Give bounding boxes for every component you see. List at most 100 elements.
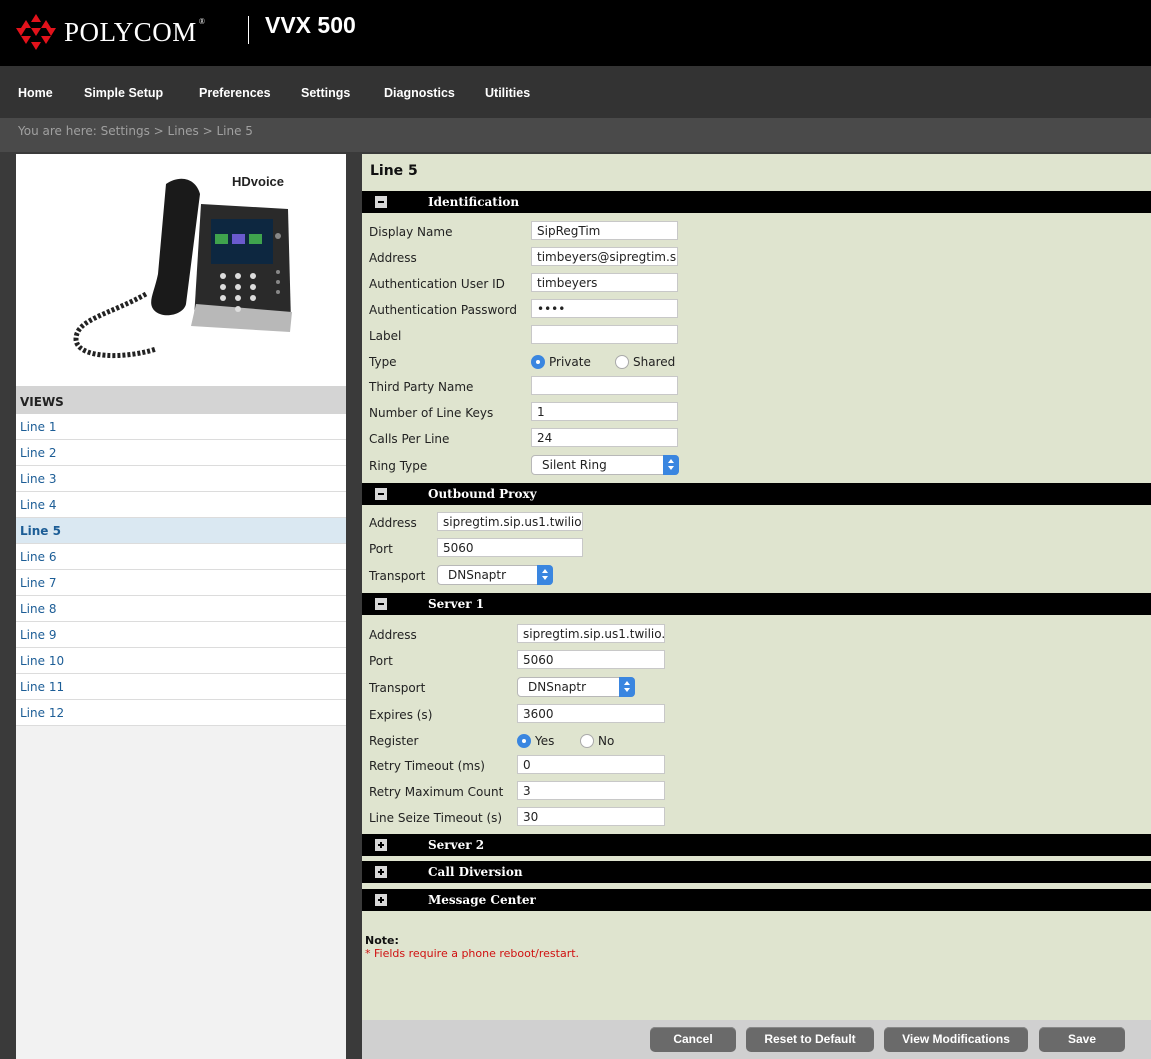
- section-title: Server 1: [428, 597, 485, 611]
- label-field[interactable]: [531, 325, 678, 344]
- save-button[interactable]: Save: [1039, 1027, 1125, 1052]
- register-yes-radio[interactable]: [517, 734, 531, 748]
- cancel-button[interactable]: Cancel: [650, 1027, 736, 1052]
- proxy-transport-select[interactable]: DNSnaptr: [437, 565, 553, 585]
- server-address-label: Address: [369, 628, 417, 642]
- display-name-label: Display Name: [369, 225, 453, 239]
- sidebar-item-line-10[interactable]: Line 10: [16, 648, 346, 674]
- section-server-1[interactable]: Server 1: [362, 593, 1151, 615]
- views-header: VIEWS: [16, 386, 346, 414]
- retry-timeout-field[interactable]: 0: [517, 755, 665, 774]
- sidebar: HDvoice VIEWS Line 1 Line 2 Line 3 Line …: [16, 154, 346, 1059]
- sidebar-item-line-11[interactable]: Line 11: [16, 674, 346, 700]
- select-arrow-icon: [663, 455, 679, 475]
- proxy-address-field[interactable]: sipregtim.sip.us1.twilio.com: [437, 512, 583, 531]
- sidebar-item-line-4[interactable]: Line 4: [16, 492, 346, 518]
- server-transport-label: Transport: [369, 681, 426, 695]
- proxy-address-label: Address: [369, 516, 417, 530]
- line-keys-label: Number of Line Keys: [369, 406, 494, 420]
- ring-type-value: Silent Ring: [542, 458, 607, 472]
- calls-per-line-label: Calls Per Line: [369, 432, 450, 446]
- sidebar-item-line-1[interactable]: Line 1: [16, 414, 346, 440]
- section-server-2[interactable]: Server 2: [362, 834, 1151, 856]
- auth-user-field[interactable]: timbeyers: [531, 273, 678, 292]
- collapse-icon[interactable]: [375, 196, 387, 208]
- retry-max-label: Retry Maximum Count: [369, 785, 504, 799]
- section-title: Server 2: [428, 838, 485, 852]
- collapse-icon[interactable]: [375, 488, 387, 500]
- nav-simple-setup[interactable]: Simple Setup: [84, 86, 163, 100]
- section-outbound-proxy[interactable]: Outbound Proxy: [362, 483, 1151, 505]
- expand-icon[interactable]: [375, 839, 387, 851]
- proxy-port-label: Port: [369, 542, 393, 556]
- register-no-label: No: [598, 734, 615, 748]
- auth-password-field[interactable]: ••••: [531, 299, 678, 318]
- retry-max-field[interactable]: 3: [517, 781, 665, 800]
- section-message-center[interactable]: Message Center: [362, 889, 1151, 911]
- sidebar-item-line-12[interactable]: Line 12: [16, 700, 346, 726]
- hdvoice-logo: HDvoice: [232, 174, 285, 189]
- view-modifications-button[interactable]: View Modifications: [884, 1027, 1028, 1052]
- sidebar-item-line-5[interactable]: Line 5: [16, 518, 346, 544]
- sidebar-item-line-9[interactable]: Line 9: [16, 622, 346, 648]
- breadcrumb: You are here: Settings > Lines > Line 5: [18, 124, 253, 138]
- server-address-field[interactable]: sipregtim.sip.us1.twilio.com: [517, 624, 665, 643]
- nav-preferences[interactable]: Preferences: [199, 86, 271, 100]
- main-panel: Line 5 Identification Display Name SipRe…: [362, 154, 1151, 1059]
- calls-per-line-field[interactable]: 24: [531, 428, 678, 447]
- type-shared-radio[interactable]: [615, 355, 629, 369]
- sidebar-item-line-3[interactable]: Line 3: [16, 466, 346, 492]
- section-title: Message Center: [428, 893, 536, 907]
- reset-to-default-button[interactable]: Reset to Default: [746, 1027, 874, 1052]
- section-call-diversion[interactable]: Call Diversion: [362, 861, 1151, 883]
- address-field[interactable]: timbeyers@sipregtim.sip.us1.twilio.com: [531, 247, 678, 266]
- retry-timeout-label: Retry Timeout (ms): [369, 759, 485, 773]
- note-text: * Fields require a phone reboot/restart.: [365, 947, 580, 960]
- header-divider: [248, 16, 249, 44]
- polycom-logo[interactable]: POLYCOM ®: [16, 14, 205, 50]
- collapse-icon[interactable]: [375, 598, 387, 610]
- header-bar: POLYCOM ® VVX 500: [0, 0, 1151, 66]
- nav-utilities[interactable]: Utilities: [485, 86, 530, 100]
- line-seize-label: Line Seize Timeout (s): [369, 811, 503, 825]
- expand-icon[interactable]: [375, 894, 387, 906]
- server-port-label: Port: [369, 654, 393, 668]
- auth-user-label: Authentication User ID: [369, 277, 505, 291]
- section-identification[interactable]: Identification: [362, 191, 1151, 213]
- type-private-radio[interactable]: [531, 355, 545, 369]
- register-label: Register: [369, 734, 419, 748]
- address-label: Address: [369, 251, 417, 265]
- proxy-transport-value: DNSnaptr: [448, 568, 507, 582]
- section-title: Outbound Proxy: [428, 487, 537, 501]
- nav-diagnostics[interactable]: Diagnostics: [384, 86, 455, 100]
- select-arrow-icon: [537, 565, 553, 585]
- page-title: Line 5: [370, 163, 418, 179]
- label-label: Label: [369, 329, 402, 343]
- server-port-field[interactable]: 5060: [517, 650, 665, 669]
- expires-label: Expires (s): [369, 708, 433, 722]
- third-party-field[interactable]: [531, 376, 678, 395]
- expand-icon[interactable]: [375, 866, 387, 878]
- proxy-transport-label: Transport: [369, 569, 426, 583]
- sidebar-item-line-6[interactable]: Line 6: [16, 544, 346, 570]
- ring-type-select[interactable]: Silent Ring: [531, 455, 679, 475]
- ring-type-label: Ring Type: [369, 459, 428, 473]
- line-seize-field[interactable]: 30: [517, 807, 665, 826]
- nav-settings[interactable]: Settings: [301, 86, 350, 100]
- breadcrumb-bar: You are here: Settings > Lines > Line 5: [0, 118, 1151, 152]
- register-yes-label: Yes: [535, 734, 555, 748]
- server-transport-select[interactable]: DNSnaptr: [517, 677, 635, 697]
- type-shared-label: Shared: [633, 355, 676, 369]
- register-no-radio[interactable]: [580, 734, 594, 748]
- sidebar-item-line-8[interactable]: Line 8: [16, 596, 346, 622]
- main-nav: Home Simple Setup Preferences Settings D…: [0, 66, 1151, 118]
- sidebar-item-line-7[interactable]: Line 7: [16, 570, 346, 596]
- expires-field[interactable]: 3600: [517, 704, 665, 723]
- server-transport-value: DNSnaptr: [528, 680, 587, 694]
- note-title: Note:: [365, 934, 399, 947]
- sidebar-item-line-2[interactable]: Line 2: [16, 440, 346, 466]
- display-name-field[interactable]: SipRegTim: [531, 221, 678, 240]
- proxy-port-field[interactable]: 5060: [437, 538, 583, 557]
- line-keys-field[interactable]: 1: [531, 402, 678, 421]
- nav-home[interactable]: Home: [18, 86, 53, 100]
